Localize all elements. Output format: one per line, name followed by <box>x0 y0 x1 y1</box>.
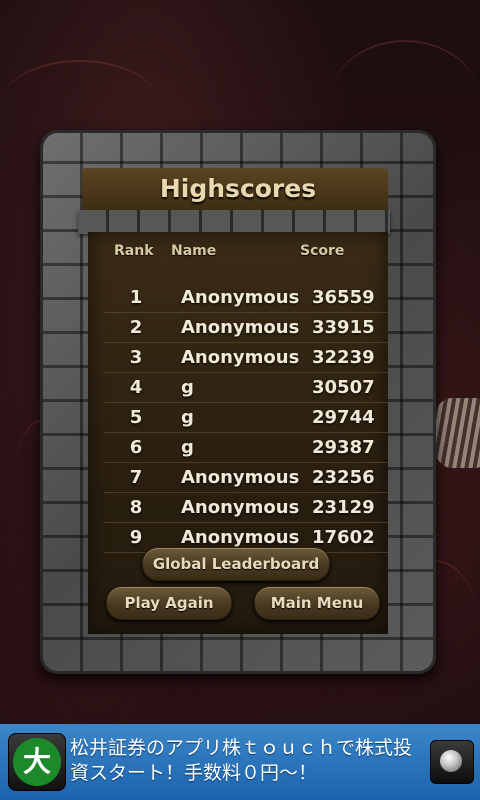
column-header-score: Score <box>300 243 345 259</box>
name-cell: Anonymous <box>181 317 300 338</box>
rank-cell: 6 <box>129 437 143 458</box>
score-cell: 17602 <box>312 527 375 548</box>
table-row: 2 Anonymous 33915 <box>104 313 388 343</box>
score-cell: 33915 <box>312 317 375 338</box>
table-row: 7 Anonymous 23256 <box>104 463 388 493</box>
table-row: 3 Anonymous 32239 <box>104 343 388 373</box>
name-cell: Anonymous <box>181 467 300 488</box>
name-cell: g <box>181 407 194 428</box>
name-cell: g <box>181 437 194 458</box>
name-cell: Anonymous <box>181 287 300 308</box>
score-cell: 29387 <box>312 437 375 458</box>
rank-cell: 1 <box>129 287 143 308</box>
column-header-rank: Rank <box>114 243 154 259</box>
name-cell: g <box>181 377 194 398</box>
global-leaderboard-button[interactable]: Global Leaderboard <box>142 547 330 581</box>
score-cell: 29744 <box>312 407 375 428</box>
rank-cell: 3 <box>129 347 143 368</box>
ad-action-button[interactable] <box>430 740 474 784</box>
ad-logo: 大 <box>8 733 66 791</box>
rank-cell: 2 <box>129 317 143 338</box>
score-cell: 30507 <box>312 377 375 398</box>
column-header-name: Name <box>171 243 217 259</box>
score-cell: 36559 <box>312 287 375 308</box>
score-cell: 23256 <box>312 467 375 488</box>
rank-cell: 5 <box>129 407 143 428</box>
score-cell: 23129 <box>312 497 375 518</box>
table-row: 1 Anonymous 36559 <box>104 283 388 313</box>
rank-cell: 9 <box>129 527 143 548</box>
table-row: 4 g 30507 <box>104 373 388 403</box>
ad-banner[interactable]: 大 松井証券のアプリ株ｔｏｕｃｈで株式投資スタート！手数料０円～！ <box>0 724 480 800</box>
bone-decoration <box>432 398 480 468</box>
play-again-button[interactable]: Play Again <box>106 586 232 620</box>
table-row: 8 Anonymous 23129 <box>104 493 388 523</box>
name-cell: Anonymous <box>181 497 300 518</box>
ad-logo-mark: 大 <box>13 738 61 786</box>
name-cell: Anonymous <box>181 347 300 368</box>
score-cell: 32239 <box>312 347 375 368</box>
rank-cell: 8 <box>129 497 143 518</box>
rank-cell: 7 <box>129 467 143 488</box>
globe-icon <box>440 750 462 772</box>
name-cell: Anonymous <box>181 527 300 548</box>
rank-cell: 4 <box>129 377 143 398</box>
ad-text: 松井証券のアプリ株ｔｏｕｃｈで株式投資スタート！手数料０円～！ <box>70 737 413 784</box>
table-row: 5 g 29744 <box>104 403 388 433</box>
table-row: 6 g 29387 <box>104 433 388 463</box>
main-menu-button[interactable]: Main Menu <box>254 586 380 620</box>
inner-stone-ledge <box>78 210 390 234</box>
highscore-list: 1 Anonymous 36559 2 Anonymous 33915 3 An… <box>104 283 388 553</box>
page-title: Highscores <box>159 174 317 203</box>
